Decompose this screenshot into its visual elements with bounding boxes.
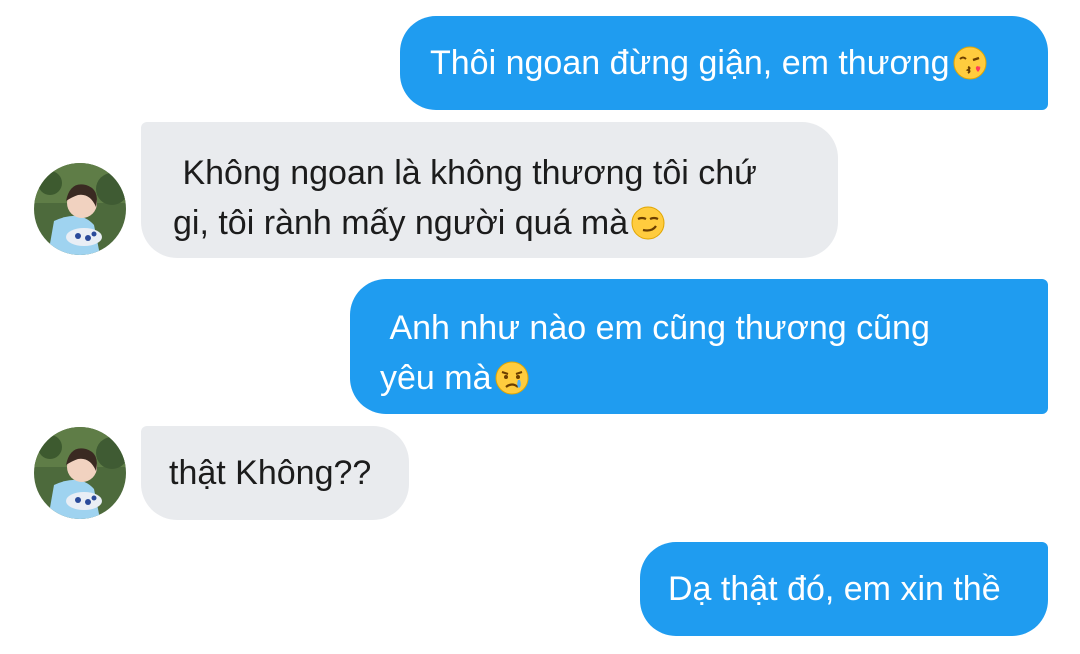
sent-message-bubble[interactable]: Anh như nào em cũng thương cũng yêu mà (350, 279, 1048, 414)
received-message-bubble[interactable]: thật Không?? (141, 426, 409, 520)
received-message-bubble[interactable]: Không ngoan là không thương tôi chứ gi, … (141, 122, 838, 258)
message-text: Không ngoan là không thương tôi chứ gi, … (173, 154, 757, 242)
message-text: thật Không?? (169, 454, 372, 492)
contact-avatar[interactable] (34, 163, 126, 255)
contact-avatar[interactable] (34, 427, 126, 519)
message-text: Anh như nào em cũng thương cũng yêu mà (380, 309, 930, 397)
message-text: Thôi ngoan đừng giận, em thương (430, 44, 950, 82)
message-text: Dạ thật đó, em xin thề (668, 570, 1001, 608)
smirk-emoji-icon (630, 205, 666, 255)
sent-message-bubble[interactable]: Thôi ngoan đừng giận, em thương (400, 16, 1048, 110)
crying-emoji-icon (494, 360, 530, 410)
kissing-heart-emoji-icon (952, 45, 988, 95)
sent-message-bubble[interactable]: Dạ thật đó, em xin thề (640, 542, 1048, 636)
